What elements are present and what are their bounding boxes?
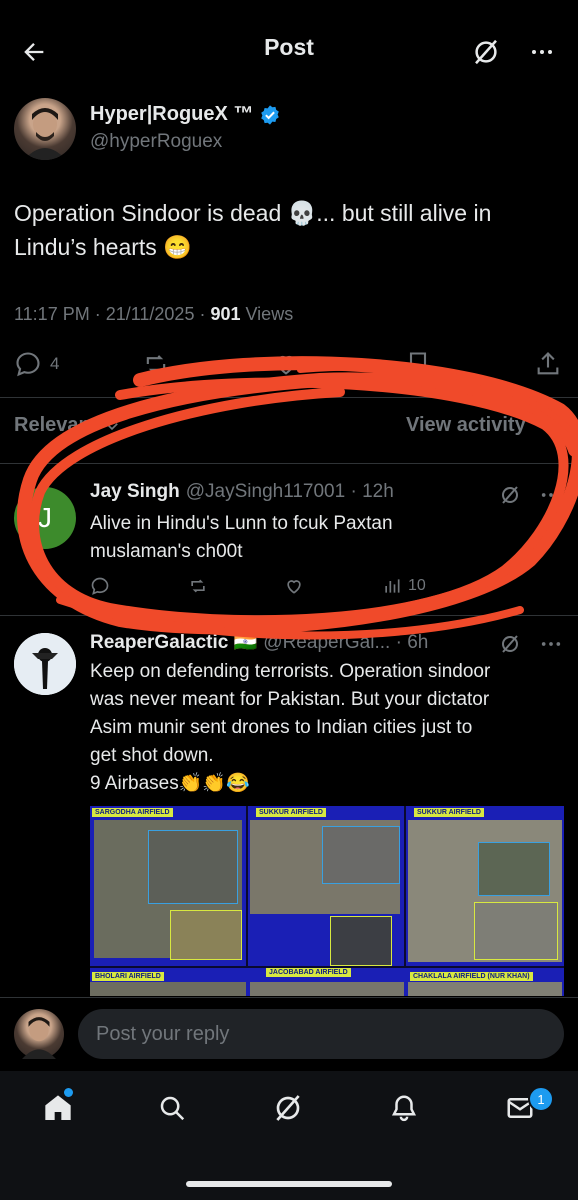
reply-button[interactable]: 4 <box>14 350 59 378</box>
chevron-down-icon <box>106 422 119 430</box>
reply-author-handle[interactable]: @ReaperGal... · 6h <box>263 632 428 654</box>
tab-grok[interactable] <box>268 1088 308 1128</box>
reply-avatar[interactable] <box>14 633 76 695</box>
author-handle[interactable]: @hyperRoguex <box>90 131 222 153</box>
reply-avatar[interactable]: J <box>14 487 76 549</box>
views-label: Views <box>240 304 294 324</box>
tab-notifications[interactable] <box>384 1088 424 1128</box>
grok-icon[interactable] <box>498 632 522 656</box>
bookmark-icon <box>409 352 427 377</box>
sort-label: Relevant <box>14 414 98 436</box>
bell-icon <box>391 1095 417 1122</box>
reply-header: Jay Singh @JaySingh117001 · 12h <box>90 481 394 503</box>
repost-button[interactable] <box>142 350 170 378</box>
media-label: BHOLARI AIRFIELD <box>92 972 164 981</box>
grok-button[interactable] <box>466 32 506 72</box>
ellipsis-icon[interactable] <box>540 484 562 506</box>
messages-badge: 1 <box>528 1086 554 1112</box>
grok-icon[interactable] <box>498 483 522 507</box>
reply-text-line4: get shot down. <box>90 745 214 766</box>
comment-icon <box>16 352 40 377</box>
repost-icon <box>146 355 166 373</box>
user-avatar[interactable] <box>14 1009 64 1059</box>
author-name-text: Hyper|RogueX ™ <box>90 103 254 125</box>
post-text-line2: Lindu’s hearts 😁 <box>14 234 192 260</box>
reply-text-line3: Asim munir sent drones to Indian cities … <box>90 717 473 738</box>
tab-search[interactable] <box>152 1088 192 1128</box>
post-text-line1: Operation Sindoor is dead 💀... but still… <box>14 200 492 226</box>
reply-like-button[interactable] <box>284 576 304 596</box>
divider <box>0 397 578 398</box>
home-indicator[interactable] <box>186 1181 392 1187</box>
more-options-button[interactable] <box>522 32 562 72</box>
reply-repost-button[interactable] <box>188 576 208 596</box>
reply-author-name[interactable]: ReaperGalactic 🇮🇳 <box>90 630 257 654</box>
reply-text: Keep on defending terrorists. Operation … <box>90 658 570 798</box>
media-label: SARGODHA AIRFIELD <box>92 808 173 817</box>
author-avatar[interactable] <box>14 98 76 160</box>
reply-comment-button[interactable] <box>90 576 110 596</box>
grok-icon <box>475 39 497 65</box>
reply-text-line1: Keep on defending terrorists. Operation … <box>90 661 491 682</box>
post-text: Operation Sindoor is dead 💀... but still… <box>14 196 554 264</box>
reply-header: ReaperGalactic 🇮🇳 @ReaperGal... · 6h <box>90 630 428 654</box>
reply-text: Alive in Hindu's Lunn to fcuk Paxtan mus… <box>90 510 550 566</box>
reply-views-count: 10 <box>408 577 426 594</box>
sort-dropdown[interactable]: Relevant <box>14 414 121 437</box>
view-activity-link[interactable]: View activity <box>406 414 526 437</box>
ellipsis-icon[interactable] <box>540 633 562 655</box>
ellipsis-icon <box>532 50 552 54</box>
media-label: JACOBABAD AIRFIELD <box>266 968 351 977</box>
share-icon <box>537 352 559 375</box>
media-label: SUKKUR AIRFIELD <box>256 808 326 817</box>
like-button[interactable] <box>272 350 300 378</box>
reply-text-line2: was never meant for Pakistan. But your d… <box>90 689 490 710</box>
reply-text-line2: muslaman's ch00t <box>90 541 243 562</box>
reply-text-line5: 9 Airbases👏👏😂 <box>90 773 250 794</box>
home-notification-dot <box>64 1088 73 1097</box>
search-icon <box>160 1096 185 1121</box>
reply-media-image[interactable]: SARGODHA AIRFIELD SUKKUR AIRFIELD SUKKUR… <box>90 806 564 996</box>
reply-author-handle[interactable]: @JaySingh117001 · 12h <box>186 481 394 503</box>
bookmark-button[interactable] <box>404 350 432 378</box>
media-label: SUKKUR AIRFIELD <box>414 808 484 817</box>
comment-icon <box>91 577 109 595</box>
divider <box>0 463 578 464</box>
reply-views-button[interactable]: 10 <box>382 576 426 596</box>
heart-icon <box>276 356 296 375</box>
views-count: 901 <box>210 304 241 324</box>
verified-badge-icon <box>261 104 280 125</box>
reply-author-name[interactable]: Jay Singh <box>90 481 180 503</box>
reply-count: 4 <box>50 354 60 373</box>
post-timestamp: 11:17 PM · 21/11/2025 · <box>14 304 211 324</box>
repost-icon <box>191 579 205 593</box>
share-button[interactable] <box>534 350 562 378</box>
media-label: CHAKLALA AIRFIELD (NUR KHAN) <box>410 972 533 981</box>
views-chart-icon <box>385 579 400 593</box>
author-name[interactable]: Hyper|RogueX ™ <box>90 103 281 126</box>
reply-text-line1: Alive in Hindu's Lunn to fcuk Paxtan <box>90 513 393 534</box>
post-meta: 11:17 PM · 21/11/2025 · 901 Views <box>14 304 293 325</box>
divider <box>0 615 578 616</box>
heart-icon <box>287 580 301 594</box>
grok-icon <box>276 1095 300 1121</box>
reply-input[interactable]: Post your reply <box>78 1009 564 1059</box>
